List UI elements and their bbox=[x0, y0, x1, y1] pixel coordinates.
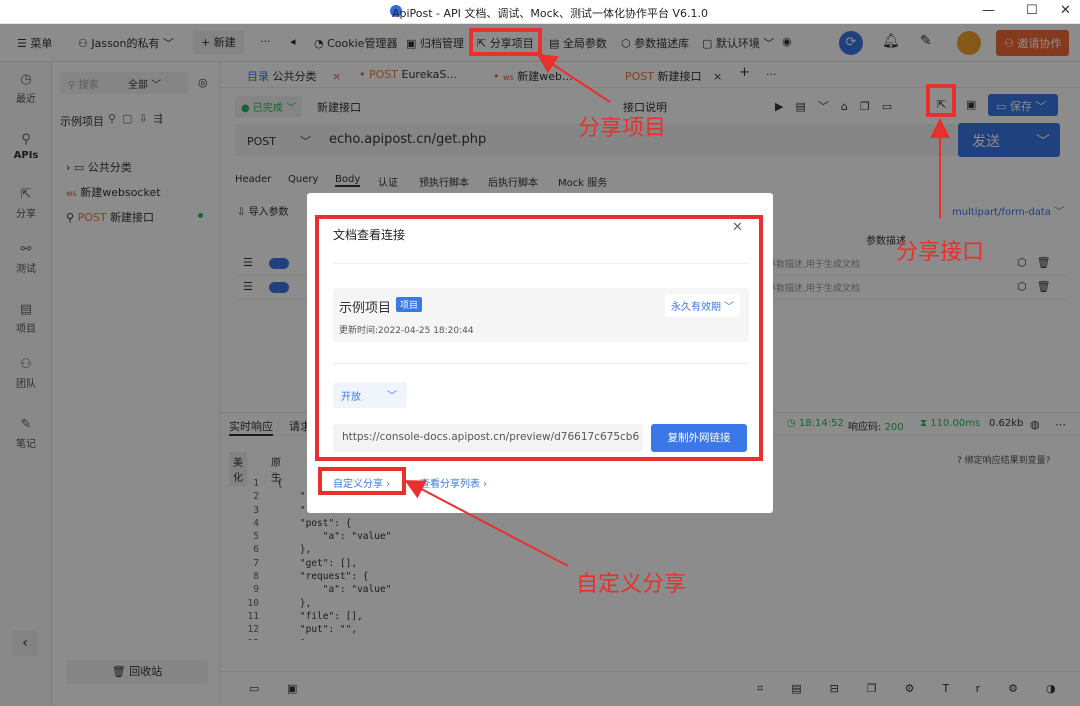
annotation-share-project: 分享项目 bbox=[578, 116, 667, 141]
annotation-share-api: 分享接口 bbox=[896, 240, 985, 265]
annotation-arrows bbox=[404, 53, 950, 567]
annotation-custom-share: 自定义分享 bbox=[576, 572, 687, 597]
